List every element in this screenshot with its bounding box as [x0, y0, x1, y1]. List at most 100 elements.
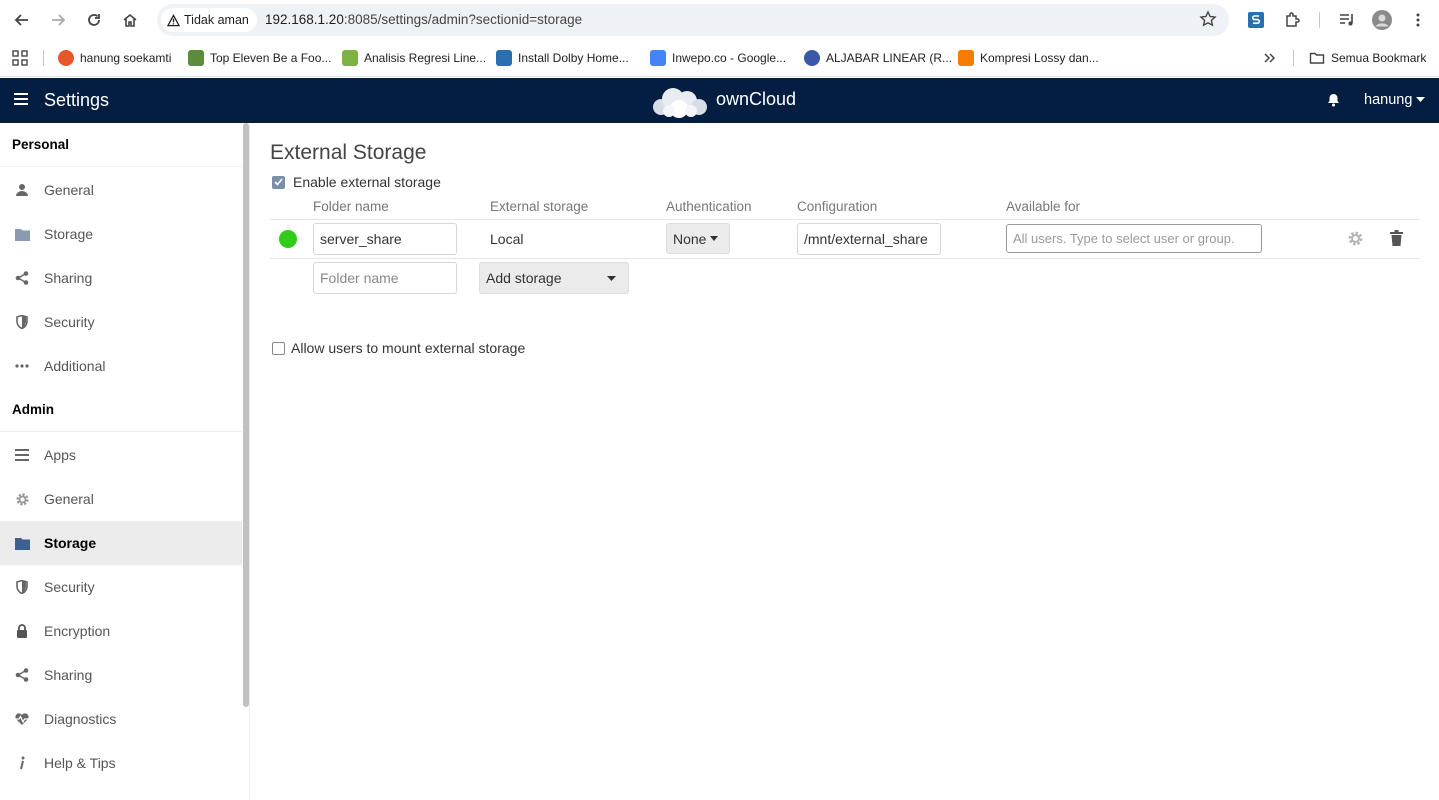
profile-avatar-button[interactable]	[1370, 8, 1394, 32]
table-divider	[270, 219, 1420, 220]
double-chevron-right-icon	[1264, 53, 1276, 63]
bookmark-item[interactable]: Kompresi Lossy dan...	[958, 49, 1099, 67]
bookmarks-bar: hanung soekamti Top Eleven Be a Foo... A…	[0, 40, 1439, 77]
bookmark-item[interactable]: hanung soekamti	[58, 49, 171, 67]
add-storage-select[interactable]: Add storage	[479, 262, 629, 294]
sidebar-item-label: Sharing	[44, 667, 93, 683]
allow-users-mount-row[interactable]: Allow users to mount external storage	[272, 340, 525, 356]
sidebar-item-admin-sharing[interactable]: Sharing	[0, 653, 242, 697]
bookmark-label: Kompresi Lossy dan...	[980, 51, 1099, 65]
bookmark-label: ALJABAR LINEAR (R...	[826, 51, 953, 65]
all-bookmarks-button[interactable]: Semua Bookmark	[1309, 49, 1426, 67]
sidebar-item-label: General	[44, 491, 94, 507]
new-folder-name-input[interactable]: Folder name	[313, 262, 457, 294]
sidebar-item-admin-encryption[interactable]: Encryption	[0, 609, 242, 653]
forward-button[interactable]	[46, 8, 70, 32]
mount-auth-value: None	[673, 230, 707, 247]
enable-external-storage-row[interactable]: Enable external storage	[272, 174, 441, 190]
table-divider	[270, 258, 1420, 259]
url-text[interactable]: 192.168.1.20:8085/settings/admin?section…	[265, 12, 582, 27]
browser-toolbar: Tidak aman 192.168.1.20:8085/settings/ad…	[0, 0, 1439, 40]
menu-bar	[14, 98, 28, 100]
sidebar-scrollbar[interactable]	[243, 123, 249, 707]
allow-users-mount-checkbox[interactable]	[272, 341, 285, 355]
media-control-button[interactable]	[1335, 8, 1359, 32]
sidebar-item-personal-additional[interactable]: Additional	[0, 344, 242, 388]
toolbar-separator	[1319, 12, 1320, 28]
gear-icon	[15, 492, 29, 506]
address-bar[interactable]: Tidak aman 192.168.1.20:8085/settings/ad…	[157, 4, 1229, 36]
owncloud-logo-text: ownCloud	[716, 89, 797, 109]
sidebar-item-admin-apps[interactable]: Apps	[0, 433, 242, 477]
extensions-button[interactable]	[1281, 8, 1305, 32]
bookmark-star-button[interactable]	[1199, 10, 1217, 31]
bookmark-label: Install Dolby Home...	[518, 51, 629, 65]
bookmark-favicon-icon	[496, 50, 512, 66]
column-header-external-storage: External storage	[490, 199, 589, 214]
available-for-input[interactable]: All users. Type to select user or group.	[1006, 224, 1262, 253]
bookmark-item[interactable]: Analisis Regresi Line...	[342, 49, 486, 67]
sidebar-item-admin-general[interactable]: General	[0, 477, 242, 521]
user-menu-button[interactable]: hanung	[1364, 92, 1426, 108]
user-name: hanung	[1364, 92, 1413, 108]
bookmark-label: Top Eleven Be a Foo...	[210, 51, 332, 65]
sidebar-item-admin-security[interactable]: Security	[0, 565, 242, 609]
more-icon	[15, 364, 29, 368]
bookmark-item[interactable]: Top Eleven Be a Foo...	[188, 49, 331, 67]
bookmark-item[interactable]: ALJABAR LINEAR (R...	[804, 49, 952, 67]
share-icon	[15, 271, 29, 285]
app-menu-button[interactable]	[14, 93, 28, 105]
apps-shortcut[interactable]	[12, 49, 28, 67]
mount-status-indicator[interactable]	[279, 230, 297, 248]
owncloud-logo-icon[interactable]	[649, 85, 711, 119]
sidebar-item-label: Sharing	[44, 270, 93, 286]
sidebar-item-personal-storage[interactable]: Storage	[0, 212, 242, 256]
menu-bar	[14, 93, 28, 95]
mount-auth-select[interactable]: None	[666, 223, 730, 254]
folder-icon	[14, 228, 30, 241]
menu-bar	[14, 103, 28, 105]
caret-down-icon	[1416, 97, 1426, 102]
notifications-button[interactable]	[1327, 93, 1340, 110]
column-header-folder-name: Folder name	[313, 199, 389, 214]
playlist-icon	[1340, 14, 1353, 26]
sidebar-item-admin-storage[interactable]: Storage	[0, 521, 242, 565]
bookmark-item[interactable]: Install Dolby Home...	[496, 49, 629, 67]
column-header-authentication: Authentication	[666, 199, 752, 214]
back-button[interactable]	[10, 8, 34, 32]
extension-s-button[interactable]	[1244, 8, 1268, 32]
star-icon	[1199, 10, 1217, 27]
sidebar-item-admin-help[interactable]: Help & Tips	[0, 741, 242, 785]
sidebar-item-personal-sharing[interactable]: Sharing	[0, 256, 242, 300]
home-button[interactable]	[118, 8, 142, 32]
sidebar-item-personal-security[interactable]: Security	[0, 300, 242, 344]
arrow-left-icon	[14, 14, 28, 26]
info-icon	[20, 756, 25, 770]
enable-external-storage-checkbox[interactable]	[272, 175, 285, 189]
bookmark-label: Inwepo.co - Google...	[672, 51, 787, 65]
app-title[interactable]: Settings	[44, 90, 109, 111]
mount-folder-name-input[interactable]: server_share	[313, 223, 457, 255]
shield-icon	[16, 580, 28, 594]
page-title: External Storage	[270, 141, 427, 164]
sidebar-item-personal-general[interactable]: General	[0, 168, 242, 212]
folder-icon	[14, 537, 30, 550]
mount-configuration-input[interactable]: /mnt/external_share	[797, 223, 941, 255]
bookmarks-overflow-button[interactable]	[1262, 49, 1276, 67]
security-label: Tidak aman	[184, 13, 249, 27]
bookmarks-separator	[43, 50, 44, 66]
site-info-chip[interactable]: Tidak aman	[161, 8, 257, 32]
mount-storage-type: Local	[490, 231, 524, 247]
arrow-right-icon	[52, 14, 66, 26]
mount-options-button[interactable]	[1347, 230, 1364, 250]
sidebar-item-label: General	[44, 182, 94, 198]
bookmark-favicon-icon	[804, 50, 820, 66]
checkmark-icon	[274, 178, 283, 186]
reload-button[interactable]	[82, 8, 106, 32]
bookmark-item[interactable]: Inwepo.co - Google...	[650, 49, 786, 67]
url-host: 192.168.1.20	[265, 12, 344, 27]
delete-mount-button[interactable]	[1390, 230, 1403, 249]
sidebar-item-admin-diagnostics[interactable]: Diagnostics	[0, 697, 242, 741]
browser-menu-button[interactable]	[1406, 8, 1430, 32]
trash-icon	[1390, 230, 1403, 246]
